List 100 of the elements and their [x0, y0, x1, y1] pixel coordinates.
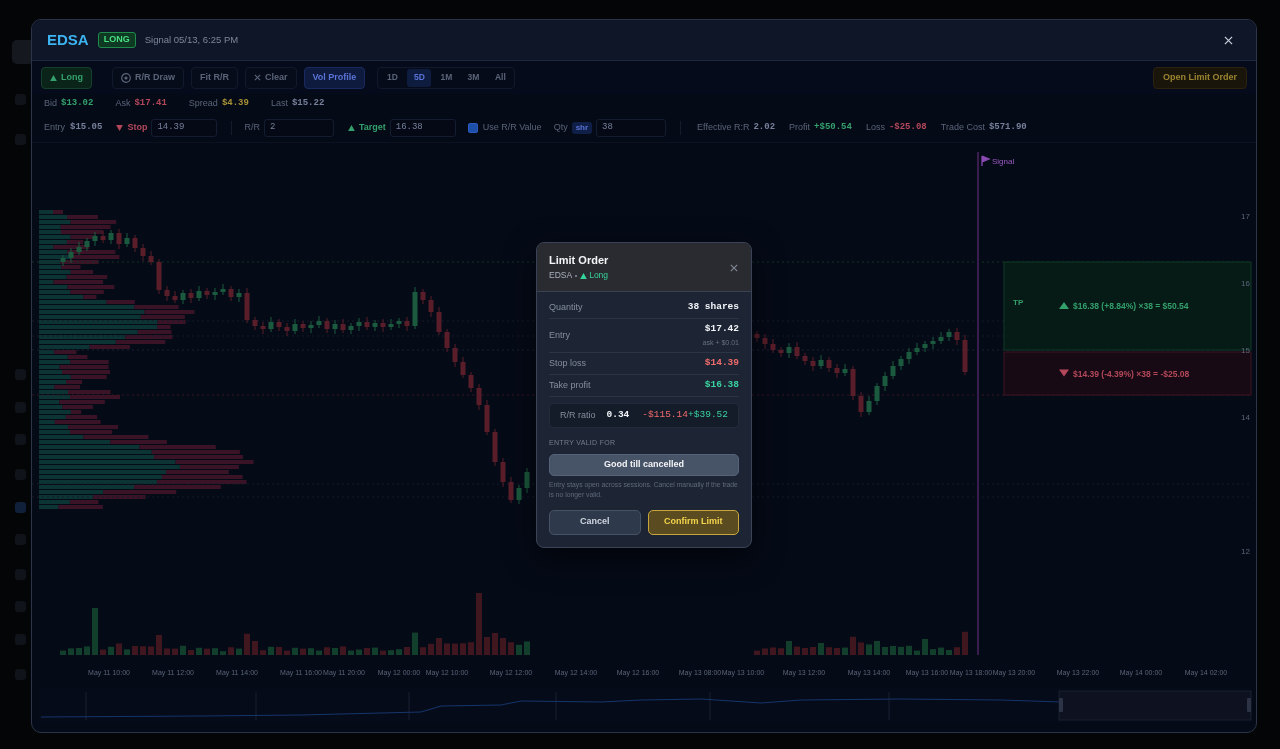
nav-icon[interactable] [15, 502, 26, 513]
candle [404, 316, 410, 332]
candle [524, 467, 530, 494]
close-icon [730, 264, 738, 272]
candle [786, 342, 792, 359]
checkbox[interactable] [467, 123, 478, 133]
navigator-window[interactable] [1058, 690, 1252, 721]
stat-value: $571.90 [988, 121, 1027, 135]
stat-value: +$50.54 [814, 121, 852, 135]
volume-bar [962, 631, 968, 655]
volume-bar [60, 650, 66, 655]
toolbar-button[interactable]: Long [41, 66, 92, 89]
navigator-handle[interactable] [1247, 698, 1251, 712]
volume-bar [284, 650, 290, 655]
dialog-symbol: EDSA [549, 270, 573, 281]
candle [954, 327, 960, 346]
volume-bar [428, 643, 434, 655]
volume-bar [930, 649, 936, 655]
candle [196, 285, 202, 302]
number-input[interactable]: 38 [596, 119, 667, 137]
candle [252, 316, 258, 331]
loss-value: -$115.14 [642, 408, 688, 423]
range-tab[interactable]: All [488, 68, 513, 87]
volume-bar [842, 647, 848, 655]
volume-bar [164, 648, 170, 655]
range-tab[interactable]: 3M [461, 68, 486, 87]
up-triangle-icon [1059, 302, 1069, 309]
candle [468, 371, 474, 393]
volume-bar [316, 650, 322, 655]
number-input[interactable]: 2 [263, 119, 334, 137]
volume-bar [500, 638, 506, 655]
toolbar-button[interactable]: Clear [245, 66, 297, 89]
price-axis-label: 12 [1241, 547, 1250, 556]
confirm-button[interactable]: Confirm Limit [647, 509, 739, 535]
candle [882, 371, 888, 392]
volume-bar [484, 637, 490, 655]
volume-bar [348, 650, 354, 655]
field-label: Entry [44, 121, 65, 135]
volume-bar [492, 633, 498, 655]
cancel-button[interactable]: Cancel [549, 509, 641, 535]
volume-bar [468, 642, 474, 655]
open-limit-order-button[interactable]: Open Limit Order [1153, 66, 1247, 89]
row-label: Take profit [549, 378, 591, 392]
field-label: Stop [127, 121, 148, 135]
candle [858, 391, 864, 418]
volume-bar [148, 646, 154, 655]
volume-bar [180, 645, 186, 655]
toolbar-button[interactable]: Vol Profile [303, 66, 366, 89]
volume-bar [404, 647, 410, 655]
quote-value: $13.02 [61, 97, 94, 111]
field-label: Qty [553, 121, 568, 135]
unit-tag[interactable]: shr [571, 122, 593, 134]
candle [132, 234, 138, 253]
number-input[interactable]: 16.38 [389, 119, 456, 137]
candle [866, 395, 872, 416]
candle [212, 287, 218, 301]
number-input[interactable]: 14.39 [151, 119, 218, 137]
good-till-cancelled-option[interactable]: Good till cancelled [549, 453, 739, 476]
candle [204, 287, 210, 300]
volume-bar [770, 647, 776, 655]
candle [396, 317, 402, 329]
volume-bar [308, 648, 314, 655]
up-triangle-icon [580, 272, 588, 279]
zone-tag: TP [1013, 298, 1024, 307]
stat-label: Loss [865, 121, 885, 135]
candle [220, 283, 226, 296]
candle [124, 232, 130, 248]
range-tab[interactable]: 5D [407, 68, 432, 87]
toolbar-button[interactable]: Fit R/R [191, 66, 238, 89]
range-tab[interactable]: 1D [380, 68, 405, 87]
flag-icon [981, 155, 991, 167]
candle [818, 354, 824, 370]
candle [802, 352, 808, 366]
toolbar-button[interactable]: R/R Draw [112, 66, 184, 89]
navigator-handle[interactable] [1059, 698, 1063, 712]
candle [316, 315, 322, 329]
down-triangle-icon [116, 125, 124, 131]
candle [946, 328, 952, 342]
candle [348, 322, 354, 335]
candle [156, 258, 162, 295]
volume-bar [356, 649, 362, 655]
range-tab[interactable]: 1M [434, 68, 459, 87]
quote-label: Ask [115, 97, 131, 111]
volume-bar [524, 641, 530, 655]
candle [380, 318, 386, 333]
quote-value: $17.41 [134, 97, 167, 111]
candle [922, 340, 928, 353]
volume-bar [436, 638, 442, 655]
candle [500, 457, 506, 488]
target-icon [121, 72, 131, 83]
app-logo[interactable] [12, 40, 34, 64]
down-triangle-icon [1059, 369, 1069, 377]
candle [770, 338, 776, 354]
candle [68, 247, 74, 264]
volume-bar [898, 646, 904, 655]
volume-bar [228, 647, 234, 655]
candle [476, 383, 482, 411]
row-label: Stop loss [549, 356, 587, 370]
candle [228, 285, 234, 302]
volume-bar [938, 647, 944, 655]
